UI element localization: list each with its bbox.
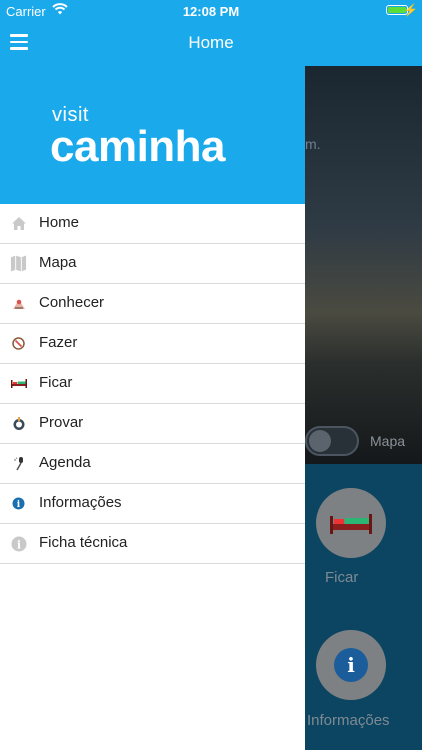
- ficar-tile-label: Ficar: [325, 569, 359, 586]
- menu-item-conhecer[interactable]: Conhecer: [0, 284, 305, 324]
- informacoes-tile-label: Informações: [307, 712, 390, 729]
- menu-item-fazer[interactable]: Fazer: [0, 324, 305, 364]
- menu-item-provar[interactable]: Provar: [0, 404, 305, 444]
- menu-item-label: Fazer: [39, 334, 78, 351]
- menu-item-ficha-tecnica[interactable]: i Ficha técnica: [0, 524, 305, 564]
- menu-item-label: Conhecer: [39, 294, 105, 311]
- info-icon: i: [10, 495, 27, 512]
- menu-item-label: Ficha técnica: [39, 534, 128, 551]
- clock: 12:08 PM: [182, 4, 240, 19]
- menu-item-mapa[interactable]: Mapa: [0, 244, 305, 284]
- info-gray-icon: i: [10, 535, 27, 552]
- logo-header: visit caminha: [0, 66, 305, 204]
- compass-icon: [10, 335, 27, 352]
- menu-item-label: Home: [39, 214, 80, 231]
- menu-item-agenda[interactable]: Agenda: [0, 444, 305, 484]
- ficar-tile-button[interactable]: [316, 488, 386, 558]
- menu-item-label: Agenda: [39, 454, 91, 471]
- status-bar: Carrier 12:08 PM ⚡: [0, 0, 422, 22]
- menu-item-label: Ficar: [39, 374, 73, 391]
- page-title: Home: [188, 33, 234, 52]
- informacoes-tile-button[interactable]: i: [316, 630, 386, 700]
- menu-item-informacoes[interactable]: i Informações: [0, 484, 305, 524]
- microphone-icon: [10, 455, 27, 472]
- menu-item-label: Informações: [39, 494, 122, 511]
- hero-image: m.: [305, 66, 422, 464]
- landmark-icon: [10, 295, 27, 312]
- map-icon: [10, 255, 27, 272]
- menu-item-ficar[interactable]: Ficar: [0, 364, 305, 404]
- map-toggle[interactable]: [305, 426, 359, 456]
- menu-item-home[interactable]: Home: [0, 204, 305, 244]
- bed-icon: [10, 375, 27, 392]
- info-icon: i: [334, 648, 368, 682]
- bed-icon: [330, 514, 372, 534]
- svg-text:i: i: [16, 538, 20, 551]
- side-drawer: visit caminha Home Mapa Conhecer Fazer F…: [0, 66, 305, 750]
- logo-caminha-text: caminha: [50, 122, 226, 171]
- svg-text:i: i: [347, 653, 355, 677]
- svg-text:i: i: [17, 500, 21, 510]
- menu-item-label: Mapa: [39, 254, 77, 271]
- drawer-menu: Home Mapa Conhecer Fazer Ficar Provar Ag…: [0, 204, 305, 564]
- dining-icon: [10, 415, 27, 432]
- menu-item-label: Provar: [39, 414, 84, 431]
- hero-text: m.: [305, 136, 321, 152]
- charging-icon: ⚡: [403, 3, 418, 17]
- top-bar: Carrier 12:08 PM ⚡ Home: [0, 0, 422, 66]
- map-toggle-label: Mapa: [370, 433, 406, 449]
- home-icon: [10, 215, 27, 232]
